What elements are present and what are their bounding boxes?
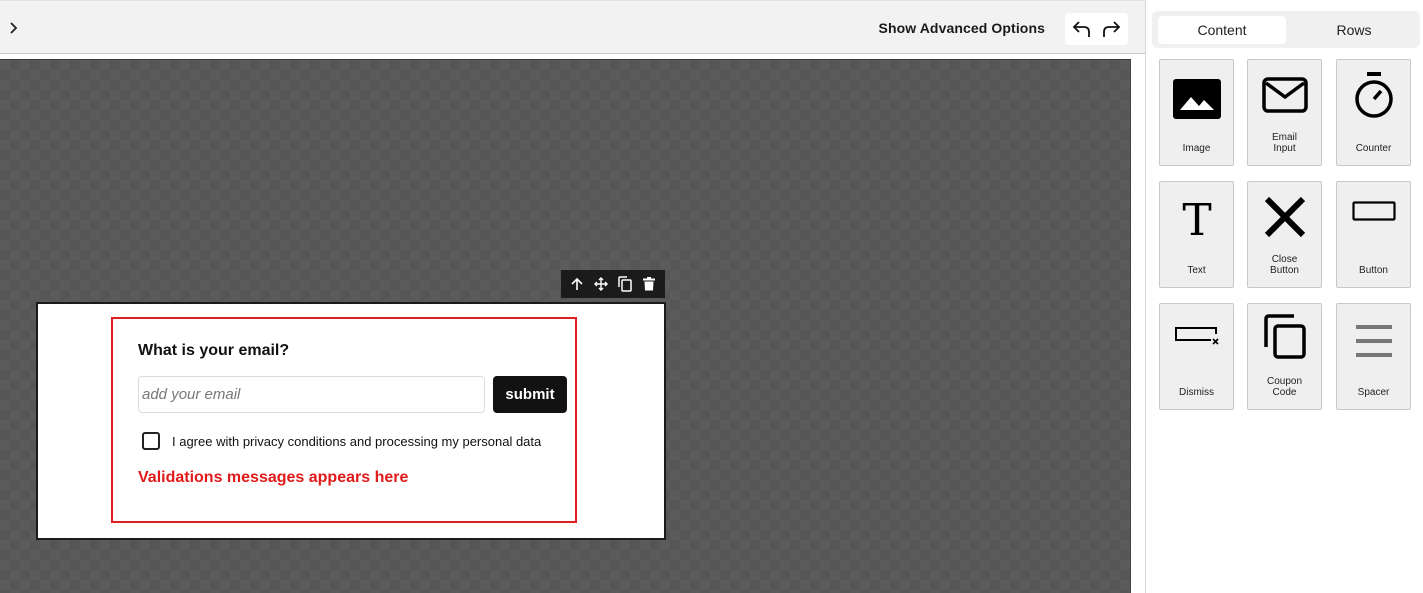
tile-counter[interactable]: Counter xyxy=(1336,59,1411,166)
tile-label: Spacer xyxy=(1357,387,1390,398)
popup-preview[interactable]: What is your email? submit I agree with … xyxy=(36,302,666,540)
tile-label: Dismiss xyxy=(1179,387,1214,398)
tab-content[interactable]: Content xyxy=(1158,16,1286,44)
close-icon xyxy=(1264,196,1305,238)
button-icon xyxy=(1351,201,1396,221)
tile-spacer[interactable]: Spacer xyxy=(1336,303,1411,410)
arrow-up-icon xyxy=(571,277,583,290)
panel-tabs: Content Rows xyxy=(1152,11,1420,48)
spacer-icon xyxy=(1355,325,1392,357)
submit-button[interactable]: submit xyxy=(493,376,567,413)
top-toolbar: Show Advanced Options xyxy=(0,0,1145,54)
tile-label: Email Input xyxy=(1271,132,1297,154)
undo-redo-group xyxy=(1065,13,1128,45)
tile-label: Close Button xyxy=(1270,254,1299,276)
email-input[interactable] xyxy=(138,376,485,413)
tile-email-input[interactable]: Email Input xyxy=(1247,59,1322,166)
tile-label: Image xyxy=(1182,143,1211,154)
consent-label: I agree with privacy conditions and proc… xyxy=(172,433,542,449)
show-advanced-options-button[interactable]: Show Advanced Options xyxy=(879,20,1045,36)
tile-label: Text xyxy=(1187,265,1206,276)
copy-icon xyxy=(1263,314,1306,359)
tile-close-button[interactable]: Close Button xyxy=(1247,181,1322,288)
tile-text[interactable]: T Text xyxy=(1159,181,1234,288)
consent-row: I agree with privacy conditions and proc… xyxy=(142,432,541,450)
move-up-button[interactable] xyxy=(567,274,587,294)
block-toolbar xyxy=(561,270,665,298)
envelope-icon xyxy=(1261,77,1308,113)
editor-app: Show Advanced Options What is your email… xyxy=(0,0,1423,593)
elements-panel: Content Rows Image Email Input Counter T… xyxy=(1146,0,1423,593)
dismiss-icon xyxy=(1174,327,1219,345)
image-icon xyxy=(1172,79,1221,119)
tab-rows[interactable]: Rows xyxy=(1292,16,1416,44)
tile-image[interactable]: Image xyxy=(1159,59,1234,166)
trash-icon xyxy=(643,277,655,291)
duplicate-button[interactable] xyxy=(615,274,635,294)
undo-icon xyxy=(1072,21,1091,37)
drag-handle[interactable] xyxy=(591,274,611,294)
move-icon xyxy=(594,277,608,291)
tile-dismiss[interactable]: Dismiss xyxy=(1159,303,1234,410)
tile-coupon-code[interactable]: Coupon Code xyxy=(1247,303,1322,410)
tile-label: Counter xyxy=(1355,143,1392,154)
undo-button[interactable] xyxy=(1069,16,1095,42)
tile-label: Coupon Code xyxy=(1266,376,1303,398)
tile-label: Button xyxy=(1359,265,1388,276)
duplicate-icon xyxy=(618,276,632,292)
form-title: What is your email? xyxy=(138,342,290,359)
delete-button[interactable] xyxy=(639,274,659,294)
email-form-block[interactable]: What is your email? submit I agree with … xyxy=(111,317,577,523)
text-icon: T xyxy=(1182,197,1211,241)
redo-icon xyxy=(1102,21,1121,37)
svg-text:T: T xyxy=(1182,197,1211,241)
expand-sidebar-button[interactable] xyxy=(4,17,22,39)
tile-button[interactable]: Button xyxy=(1336,181,1411,288)
redo-button[interactable] xyxy=(1098,16,1124,42)
consent-checkbox[interactable] xyxy=(142,432,160,450)
stopwatch-icon xyxy=(1354,72,1393,118)
chevron-right-icon xyxy=(10,22,18,34)
validation-message: Validations messages appears here xyxy=(138,469,409,486)
